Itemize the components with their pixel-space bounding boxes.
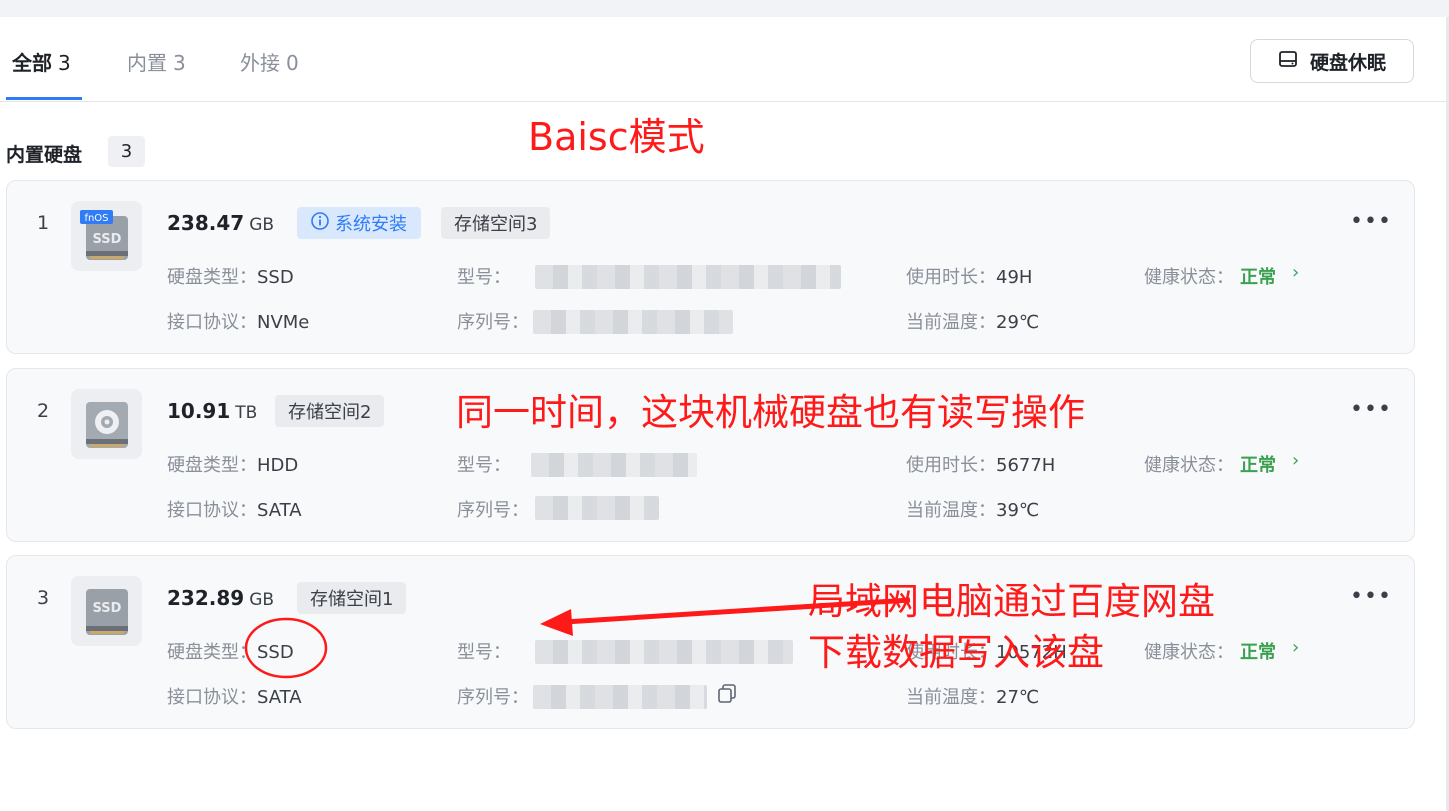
interface-field: 接口协议：SATA	[167, 500, 302, 521]
disk-type-field: 硬盘类型：SSD	[167, 642, 294, 663]
annotation-mode: Baisc模式	[528, 115, 705, 159]
temp-value: 39℃	[996, 500, 1040, 521]
temp-field: 当前温度：27℃	[906, 687, 1040, 708]
disk-size: 232.89 GB	[167, 586, 274, 610]
disk-filter-tabs: 全部 3 内置 3 外接 0	[0, 17, 1446, 102]
section-title: 内置硬盘	[6, 144, 83, 166]
ssd-icon: SSD	[71, 576, 142, 646]
serial-redacted	[533, 685, 707, 709]
tab-label: 全部	[12, 51, 52, 75]
usage-field: 使用时长：49H	[906, 267, 1033, 288]
model-field: 型号：	[457, 267, 511, 288]
health-status-link[interactable]: 正常	[1240, 263, 1276, 289]
disk-index: 3	[37, 587, 50, 609]
model-field: 型号：	[457, 642, 511, 663]
interface-field: 接口协议：SATA	[167, 687, 302, 708]
model-redacted	[535, 265, 841, 289]
usage-value: 49H	[996, 267, 1033, 288]
disk-sleep-button[interactable]: 硬盘休眠	[1250, 39, 1414, 83]
drive-icon	[1278, 50, 1298, 73]
health-status-link[interactable]: 正常	[1240, 638, 1276, 664]
more-menu-icon[interactable]: •••	[1350, 584, 1392, 609]
tab-count: 3	[58, 51, 71, 75]
annotation-hdd-note: 同一时间，这块机械硬盘也有读写操作	[456, 391, 1085, 434]
temp-field: 当前温度：39℃	[906, 500, 1040, 521]
usage-value: 5677H	[996, 455, 1056, 476]
ssd-icon-text: SSD	[93, 232, 122, 247]
ssd-icon-text: SSD	[93, 601, 122, 616]
hdd-icon	[71, 389, 142, 459]
disk-index: 2	[37, 400, 50, 422]
disk-type-field: 硬盘类型：SSD	[167, 267, 294, 288]
tab-external[interactable]: 外接 0	[240, 47, 299, 76]
disk-size: 10.91 TB	[167, 399, 257, 423]
serial-field: 序列号：	[457, 312, 529, 333]
serial-redacted	[535, 496, 659, 520]
ssd-fnos-icon: SSD fnOS	[71, 201, 142, 271]
disk-sleep-label: 硬盘休眠	[1309, 51, 1386, 74]
tab-all[interactable]: 全部 3	[12, 47, 71, 76]
model-redacted	[531, 453, 697, 477]
disk-card[interactable]: 1 SSD fnOS 238.47 GB 系统安装 存储空间3 硬盘类型：SSD …	[6, 180, 1415, 354]
tab-label: 内置	[127, 51, 167, 75]
info-icon	[311, 211, 329, 235]
serial-redacted	[533, 310, 733, 334]
usage-field: 使用时长：5677H	[906, 455, 1056, 476]
more-menu-icon[interactable]: •••	[1350, 209, 1392, 234]
system-install-label: 系统安装	[335, 214, 407, 235]
chevron-right-icon[interactable]: ›	[1292, 262, 1299, 283]
disk-type-value: SSD	[257, 642, 294, 663]
size-unit: TB	[235, 403, 258, 423]
disk-type-value: SSD	[257, 267, 294, 288]
model-field: 型号：	[457, 455, 511, 476]
active-tab-indicator	[6, 97, 82, 100]
disk-index: 1	[37, 212, 50, 234]
model-redacted	[535, 640, 793, 664]
tab-count: 3	[173, 51, 186, 75]
size-value: 10.91	[167, 399, 231, 423]
tab-count: 0	[286, 51, 299, 75]
interface-value: SATA	[257, 687, 302, 708]
size-value: 238.47	[167, 211, 245, 235]
tab-internal[interactable]: 内置 3	[127, 47, 186, 76]
chevron-right-icon[interactable]: ›	[1292, 450, 1299, 471]
interface-value: NVMe	[257, 312, 310, 333]
serial-field: 序列号：	[457, 687, 529, 708]
temp-value: 29℃	[996, 312, 1040, 333]
chevron-right-icon[interactable]: ›	[1292, 637, 1299, 658]
size-unit: GB	[249, 215, 275, 235]
size-unit: GB	[249, 590, 275, 610]
interface-value: SATA	[257, 500, 302, 521]
copy-icon[interactable]	[716, 683, 738, 709]
disk-type-value: HDD	[257, 455, 299, 476]
interface-field: 接口协议：NVMe	[167, 312, 310, 333]
storage-space-tag: 存储空间1	[297, 582, 407, 614]
storage-space-tag: 存储空间3	[441, 207, 551, 239]
health-field: 健康状态：	[1144, 267, 1234, 288]
temp-field: 当前温度：29℃	[906, 312, 1040, 333]
annotation-ssd-note-line1: 局域网电脑通过百度网盘	[808, 580, 1215, 623]
section-count-badge: 3	[108, 136, 145, 167]
annotation-ssd-note-line2: 下载数据写入该盘	[808, 631, 1104, 674]
disk-size: 238.47 GB	[167, 211, 274, 235]
health-status-link[interactable]: 正常	[1240, 451, 1276, 477]
temp-value: 27℃	[996, 687, 1040, 708]
top-bar	[0, 0, 1449, 17]
health-field: 健康状态：	[1144, 642, 1234, 663]
disk-type-field: 硬盘类型：HDD	[167, 455, 299, 476]
tab-label: 外接	[240, 51, 280, 75]
size-value: 232.89	[167, 586, 245, 610]
system-install-tag: 系统安装	[297, 207, 421, 239]
more-menu-icon[interactable]: •••	[1350, 397, 1392, 422]
storage-space-tag: 存储空间2	[275, 395, 385, 427]
serial-field: 序列号：	[457, 500, 529, 521]
fnos-badge-text: fnOS	[84, 213, 108, 224]
health-field: 健康状态：	[1144, 455, 1234, 476]
